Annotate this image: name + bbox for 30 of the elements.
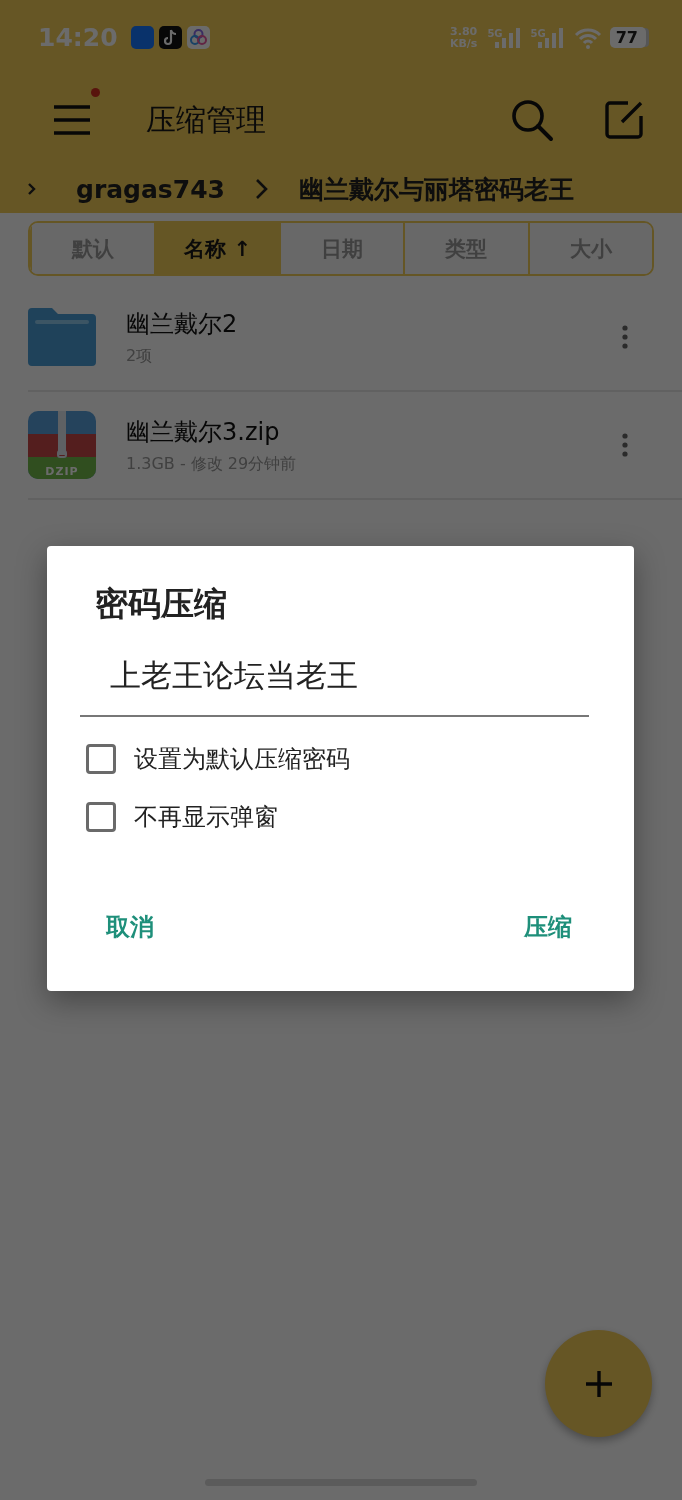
checkbox[interactable] — [86, 744, 116, 774]
battery-level: 77 — [609, 27, 646, 48]
circles-app-icon — [186, 26, 210, 49]
menu-icon[interactable] — [52, 104, 92, 136]
chevron-icon — [28, 183, 36, 195]
music-note-icon — [158, 26, 182, 49]
chevron-icon — [254, 178, 269, 200]
app-title: 压缩管理 — [146, 100, 267, 139]
file-name: 幽兰戴尔3.zip — [126, 416, 281, 448]
network-speed: 3.80 KB/s — [449, 25, 478, 50]
dialog-button[interactable]: 压缩 — [520, 905, 576, 949]
file-name: 幽兰戴尔2 — [126, 308, 239, 340]
checkbox-label: 不再显示弹窗 — [134, 802, 278, 833]
search-icon[interactable] — [510, 98, 554, 142]
password-field[interactable]: 上老王论坛当老王 — [80, 655, 589, 717]
breadcrumb-item[interactable]: 幽兰戴尔与丽塔密码老王 — [298, 172, 574, 206]
more-icon[interactable] — [622, 433, 628, 457]
checkbox[interactable] — [86, 802, 116, 832]
sort-tab[interactable]: 名称 ↑ — [154, 223, 279, 274]
status-time: 14:20 — [38, 23, 118, 52]
wifi-icon — [573, 26, 602, 49]
plus-icon — [583, 1368, 614, 1399]
more-icon[interactable] — [622, 325, 628, 349]
zip-file-icon: DZIP — [28, 411, 96, 479]
folder-icon — [28, 308, 96, 366]
dialog-button[interactable]: 取消 — [102, 905, 158, 949]
dialog-title: 密码压缩 — [95, 583, 228, 625]
breadcrumb-item[interactable]: gragas743 — [76, 174, 225, 204]
checkbox-label: 设置为默认压缩密码 — [134, 744, 350, 775]
edit-icon[interactable] — [604, 100, 644, 140]
